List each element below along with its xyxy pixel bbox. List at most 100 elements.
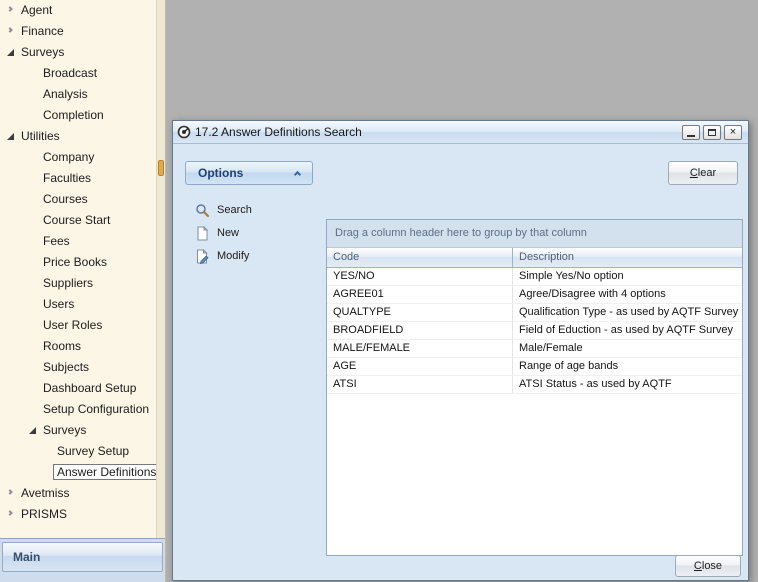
- sidebar-item-suppliers[interactable]: Suppliers: [0, 273, 156, 294]
- table-row[interactable]: BROADFIELD Field of Eduction - as used b…: [327, 322, 742, 340]
- sidebar-item-setup-configuration[interactable]: Setup Configuration: [0, 399, 156, 420]
- close-button-label: Close: [676, 556, 740, 577]
- sidebar-item-label: Setup Configuration: [43, 402, 149, 416]
- sidebar-item-label: Company: [43, 150, 94, 164]
- search-action-label: Search: [217, 204, 252, 216]
- sidebar-item-avetmiss[interactable]: Avetmiss: [0, 483, 156, 504]
- sidebar-item-rooms[interactable]: Rooms: [0, 336, 156, 357]
- chevron-right-icon: [7, 510, 13, 516]
- sidebar-item-finance[interactable]: Finance: [0, 21, 156, 42]
- cell-description: Range of age bands: [513, 358, 742, 375]
- new-document-icon: [195, 226, 210, 241]
- cell-code: BROADFIELD: [327, 322, 513, 339]
- table-row[interactable]: YES/NO Simple Yes/No option: [327, 268, 742, 286]
- navigation-tree: Agent Finance Surveys Broadcast Analysis…: [0, 0, 156, 538]
- search-action[interactable]: Search: [195, 201, 252, 219]
- sidebar-item-label: Surveys: [21, 45, 64, 59]
- minimize-button[interactable]: [682, 125, 700, 140]
- grid-header-row: Code Description: [327, 248, 742, 268]
- sidebar-item-label-selected: Answer Definitions: [53, 464, 156, 480]
- cell-description: Simple Yes/No option: [513, 268, 742, 285]
- maximize-button[interactable]: [703, 125, 721, 140]
- clear-button[interactable]: Clear: [668, 161, 738, 185]
- sidebar-item-faculties[interactable]: Faculties: [0, 168, 156, 189]
- sidebar-item-analysis[interactable]: Analysis: [0, 84, 156, 105]
- dialog-titlebar[interactable]: 17.2 Answer Definitions Search ×: [173, 121, 748, 144]
- sidebar-item-label: Users: [43, 297, 74, 311]
- table-row[interactable]: ATSI ATSI Status - as used by AQTF: [327, 376, 742, 394]
- new-action[interactable]: New: [195, 224, 239, 242]
- sidebar-item-surveys-sub[interactable]: Surveys: [0, 420, 156, 441]
- sidebar-item-broadcast[interactable]: Broadcast: [0, 63, 156, 84]
- cell-description: Male/Female: [513, 340, 742, 357]
- sidebar-item-prisms[interactable]: PRISMS: [0, 504, 156, 525]
- cell-description: Agree/Disagree with 4 options: [513, 286, 742, 303]
- sidebar-item-label: Price Books: [43, 255, 107, 269]
- sidebar-item-fees[interactable]: Fees: [0, 231, 156, 252]
- sidebar-item-completion[interactable]: Completion: [0, 105, 156, 126]
- sidebar-item-label: Fees: [43, 234, 70, 248]
- new-action-label: New: [217, 227, 239, 239]
- maximize-icon: [708, 129, 716, 136]
- sidebar-item-course-start[interactable]: Course Start: [0, 210, 156, 231]
- sidebar-item-subjects[interactable]: Subjects: [0, 357, 156, 378]
- sidebar-footer: Main: [0, 538, 165, 582]
- minimize-icon: [687, 135, 695, 137]
- triangle-expanded-icon: [7, 49, 14, 56]
- sidebar-item-courses[interactable]: Courses: [0, 189, 156, 210]
- close-icon: ×: [730, 127, 736, 138]
- sidebar-item-surveys[interactable]: Surveys: [0, 42, 156, 63]
- close-button[interactable]: Close: [675, 555, 741, 577]
- sidebar-item-label: Broadcast: [43, 66, 97, 80]
- cell-description: Field of Eduction - as used by AQTF Surv…: [513, 322, 742, 339]
- sidebar-item-answer-definitions[interactable]: Answer Definitions: [0, 462, 156, 483]
- sidebar-item-agent[interactable]: Agent: [0, 0, 156, 21]
- chevron-right-icon: [7, 27, 13, 33]
- column-header-description[interactable]: Description: [513, 248, 742, 267]
- sidebar-item-users[interactable]: Users: [0, 294, 156, 315]
- grid-empty-area: [327, 394, 742, 555]
- table-row[interactable]: MALE/FEMALE Male/Female: [327, 340, 742, 358]
- cell-code: ATSI: [327, 376, 513, 393]
- close-window-button[interactable]: ×: [724, 125, 742, 140]
- group-by-drop-zone[interactable]: Drag a column header here to group by th…: [327, 220, 742, 248]
- sidebar-item-label: Finance: [21, 24, 64, 38]
- dialog-title: 17.2 Answer Definitions Search: [195, 125, 362, 139]
- sidebar-item-dashboard-setup[interactable]: Dashboard Setup: [0, 378, 156, 399]
- sidebar-item-label: Subjects: [43, 360, 89, 374]
- options-label: Options: [198, 166, 243, 180]
- triangle-expanded-icon: [29, 427, 36, 434]
- cell-code: AGREE01: [327, 286, 513, 303]
- main-nav-button[interactable]: Main: [2, 542, 163, 572]
- chevron-right-icon: [7, 489, 13, 495]
- sidebar-item-label: Suppliers: [43, 276, 93, 290]
- sidebar-item-utilities[interactable]: Utilities: [0, 126, 156, 147]
- column-header-code[interactable]: Code: [327, 248, 513, 267]
- table-row[interactable]: AGREE01 Agree/Disagree with 4 options: [327, 286, 742, 304]
- sidebar-item-label: Course Start: [43, 213, 110, 227]
- sidebar-item-label: Courses: [43, 192, 88, 206]
- window-buttons: ×: [682, 125, 744, 140]
- cell-code: MALE/FEMALE: [327, 340, 513, 357]
- sidebar-scrollbar-thumb[interactable]: [158, 160, 164, 176]
- cell-code: YES/NO: [327, 268, 513, 285]
- table-row[interactable]: AGE Range of age bands: [327, 358, 742, 376]
- sidebar-item-price-books[interactable]: Price Books: [0, 252, 156, 273]
- sidebar-item-label: PRISMS: [21, 507, 67, 521]
- cell-description: ATSI Status - as used by AQTF: [513, 376, 742, 393]
- sidebar-item-user-roles[interactable]: User Roles: [0, 315, 156, 336]
- modify-action[interactable]: Modify: [195, 247, 249, 265]
- search-icon: [195, 203, 210, 218]
- answer-definitions-search-dialog: 17.2 Answer Definitions Search × Options…: [172, 120, 749, 581]
- cell-description: Qualification Type - as used by AQTF Sur…: [513, 304, 742, 321]
- sidebar-item-label: Survey Setup: [57, 444, 129, 458]
- sidebar-item-label: Rooms: [43, 339, 81, 353]
- sidebar-item-survey-setup[interactable]: Survey Setup: [0, 441, 156, 462]
- chevron-right-icon: [7, 6, 13, 12]
- options-panel-toggle[interactable]: Options: [185, 161, 313, 185]
- sidebar-scrollbar[interactable]: [156, 0, 165, 538]
- table-row[interactable]: QUALTYPE Qualification Type - as used by…: [327, 304, 742, 322]
- modify-document-icon: [195, 249, 210, 264]
- sidebar-item-company[interactable]: Company: [0, 147, 156, 168]
- cell-code: QUALTYPE: [327, 304, 513, 321]
